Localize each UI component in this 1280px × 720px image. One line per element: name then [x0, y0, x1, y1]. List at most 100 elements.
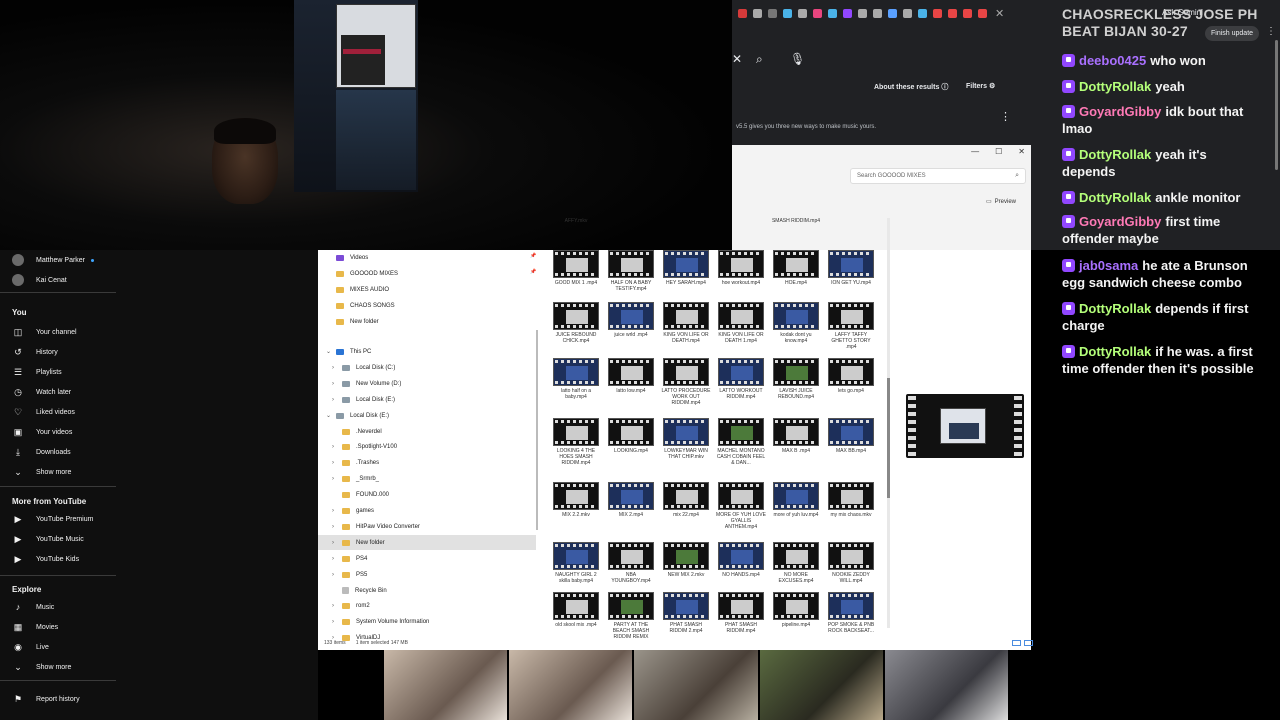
chevron-icon[interactable]: › — [332, 540, 342, 546]
file-item[interactable]: HEY SARAH.mp4 — [661, 250, 711, 286]
file-item[interactable]: ION GET YU.mp4 — [826, 250, 876, 286]
file-item[interactable]: NBA YOUNGBOY.mp4 — [606, 542, 656, 584]
you-header[interactable]: You — [12, 308, 27, 317]
nav-item-recycle-bin[interactable]: Recycle Bin — [318, 583, 536, 598]
browser-tab-favicon[interactable] — [873, 8, 882, 18]
file-item[interactable]: MORE OF YUH LOVE GYALLIS ANTHEM.mp4 — [716, 482, 766, 530]
tab-close-icon[interactable]: ✕ — [995, 7, 1004, 20]
chevron-icon[interactable]: › — [332, 381, 342, 387]
nav-item-hitpaw-video-converter[interactable]: › HitPaw Video Converter — [318, 519, 536, 534]
view-toggle[interactable] — [1012, 640, 1033, 646]
sidebar-item[interactable]: ▦ Movies — [0, 618, 58, 636]
nav-item-found-000[interactable]: FOUND.000 — [318, 488, 536, 503]
preview-toggle[interactable]: ▭ Preview — [986, 198, 1019, 205]
nav-item-chaos-songs[interactable]: CHAOS SONGS — [318, 298, 536, 313]
browser-tab-favicon[interactable] — [783, 8, 792, 18]
result-menu-icon[interactable]: ⋮ — [1000, 110, 1011, 123]
browser-tab-favicon[interactable] — [903, 8, 912, 18]
maximize-icon[interactable]: ☐ — [995, 147, 1002, 156]
sidebar-item[interactable]: ⚑ Report history — [0, 690, 80, 708]
file-item[interactable]: GOOD MIX 1 .mp4 — [551, 250, 601, 286]
browser-tab-favicon[interactable] — [948, 8, 957, 18]
browser-tab-favicon[interactable] — [843, 8, 852, 18]
file-item[interactable]: KING VON LIFE OR DEATH 1.mp4 — [716, 302, 766, 344]
browser-tab-favicon[interactable] — [933, 8, 942, 18]
pin-icon[interactable]: 📌 — [530, 269, 536, 275]
file-item[interactable]: pipeline.mp4 — [771, 592, 821, 628]
browser-tab-favicon[interactable] — [918, 8, 927, 18]
nav-item-local-disk-e[interactable]: ⌄ Local Disk (E:) — [318, 408, 536, 423]
file-grid-scrollbar[interactable] — [887, 218, 890, 628]
file-item[interactable]: JUICE REBOUND CHICK.mp4 — [551, 302, 601, 344]
chevron-icon[interactable]: › — [332, 524, 342, 530]
file-item[interactable]: NAUGHTY GIRL 2 skilla baby.mp4 — [551, 542, 601, 584]
chevron-icon[interactable]: › — [332, 619, 342, 625]
nav-item-mixes-audio[interactable]: MIXES AUDIO — [318, 282, 536, 297]
file-item[interactable]: MAX BB.mp4 — [826, 418, 876, 454]
chevron-icon[interactable]: › — [332, 556, 342, 562]
sidebar-item[interactable]: ▶ YouTube Kids — [0, 550, 80, 568]
chat-username[interactable]: deebo0425 — [1079, 53, 1146, 68]
browser-tab-favicon[interactable] — [828, 8, 837, 18]
chat-scrollbar[interactable] — [1275, 40, 1278, 170]
browser-tab-favicon[interactable] — [978, 8, 987, 18]
tiles-view-icon[interactable] — [1024, 640, 1033, 646]
explorer-search-input[interactable]: Search GOOOOD MIXES ⌕ — [850, 168, 1026, 184]
nav-scrollbar[interactable] — [536, 330, 538, 530]
nav-item-games[interactable]: › games — [318, 504, 536, 519]
sidebar-item[interactable]: ☰ Playlists — [0, 363, 62, 381]
chat-username[interactable]: jab0sama — [1079, 258, 1138, 273]
chevron-icon[interactable]: › — [332, 508, 342, 514]
file-item[interactable]: NOOKIE ZEDDY WILL.mp4 — [826, 542, 876, 584]
file-item[interactable]: hoe workout.mp4 — [716, 250, 766, 286]
chat-username[interactable]: DottyRollak — [1079, 344, 1151, 359]
file-item[interactable]: old skool mix .mp4 — [551, 592, 601, 628]
chat-username[interactable]: GoyardGibby — [1079, 214, 1161, 229]
file-item[interactable]: latto half on a baby.mp4 — [551, 358, 601, 400]
nav-item-local-disk-e[interactable]: › Local Disk (E:) — [318, 392, 536, 407]
browser-tab-strip[interactable]: ✕ — [732, 2, 1062, 24]
mic-icon[interactable]: 🎙 — [790, 52, 805, 66]
sidebar-item[interactable]: ▣ Your videos — [0, 423, 73, 441]
file-item[interactable]: MACHEL MONTANO CASH COBAIN FEEL & DAN... — [716, 418, 766, 466]
chevron-icon[interactable]: › — [332, 476, 342, 482]
sidebar-item[interactable]: ⌄ Show more — [0, 658, 71, 676]
file-item[interactable]: LAVISH JUICE REBOUND.mp4 — [771, 358, 821, 400]
file-item[interactable]: kodak dont yu know.mp4 — [771, 302, 821, 344]
chevron-icon[interactable]: › — [332, 397, 342, 403]
sidebar-item[interactable]: ↺ History — [0, 343, 58, 361]
file-item[interactable]: lets go.mp4 — [826, 358, 876, 394]
chevron-icon[interactable]: › — [332, 460, 342, 466]
nav-item-system-volume-information[interactable]: › System Volume Information — [318, 615, 536, 630]
file-item[interactable]: PHAT SMASH RIDDIM 2.mp4 — [661, 592, 711, 634]
file-item[interactable]: NO MORE EXCUSES.mp4 — [771, 542, 821, 584]
nav-item-local-disk-c[interactable]: › Local Disk (C:) — [318, 360, 536, 375]
clear-search-icon[interactable]: ✕ — [732, 52, 742, 66]
browser-tab-favicon[interactable] — [738, 8, 747, 18]
file-item[interactable]: LATTO WORKOUT RIDDIM.mp4 — [716, 358, 766, 400]
browser-tab-favicon[interactable] — [768, 8, 777, 18]
file-item[interactable]: PARTY AT THE BEACH SMASH RIDDIM REMIX — [606, 592, 656, 640]
nav-item-ps5[interactable]: › PS5 — [318, 567, 536, 582]
chevron-icon[interactable]: ⌄ — [326, 348, 336, 355]
close-icon[interactable]: ✕ — [1018, 147, 1025, 156]
sidebar-item[interactable]: ⤓ Downloads — [0, 443, 71, 461]
nav-item-videos[interactable]: Videos — [318, 250, 536, 265]
file-item[interactable]: LOOKING.mp4 — [606, 418, 656, 454]
sidebar-item[interactable]: ◉ Live — [0, 638, 49, 656]
nav-item-spotlight-v100[interactable]: › .Spotlight-V100 — [318, 440, 536, 455]
about-results-link[interactable]: About these results ⓘ — [874, 82, 948, 92]
sidebar-item[interactable]: ◷ Watch later — [0, 383, 71, 401]
sidebar-item[interactable]: ♡ Liked videos — [0, 403, 75, 421]
details-view-icon[interactable] — [1012, 640, 1021, 646]
nav-item-rom2[interactable]: › rom2 — [318, 599, 536, 614]
nav-item-this-pc[interactable]: ⌄ This PC — [318, 344, 536, 359]
subscription-item[interactable]: Matthew Parker — [0, 251, 95, 269]
file-item[interactable]: juice wrld .mp4 — [606, 302, 656, 338]
file-item[interactable]: more of yuh luv.mp4 — [771, 482, 821, 518]
minimize-icon[interactable]: — — [971, 147, 979, 156]
nav-item-new-folder[interactable]: New folder — [318, 314, 536, 329]
file-item[interactable]: SMASH RIDDIM.mp4 — [771, 216, 821, 224]
file-item[interactable]: HALF ON A BABY TESTIFY.mp4 — [606, 250, 656, 292]
chat-username[interactable]: DottyRollak — [1079, 79, 1151, 94]
